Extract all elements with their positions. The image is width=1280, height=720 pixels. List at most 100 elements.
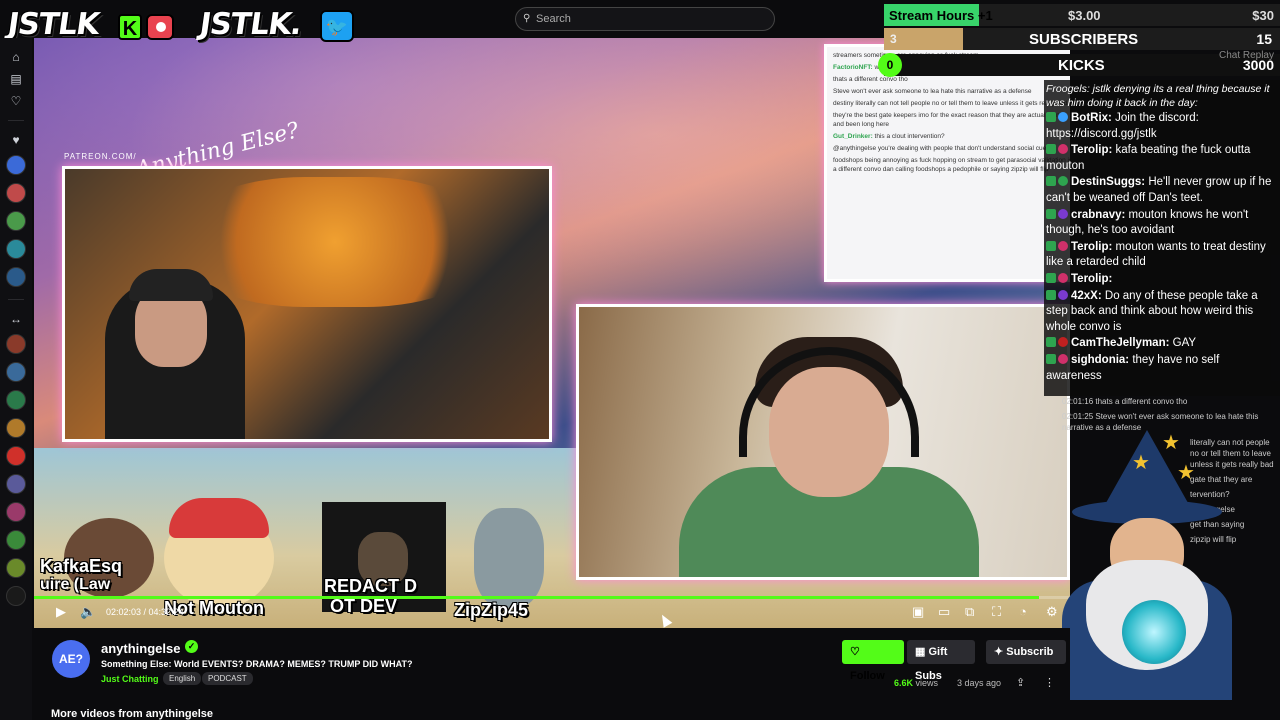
name-redacted-1: REDACT D <box>324 576 417 596</box>
kick-icon: K <box>118 14 142 40</box>
subs-label: SUBSCRIBERS <box>1029 31 1139 48</box>
seek-bar[interactable] <box>34 596 1070 599</box>
chat-username[interactable]: crabnavy: <box>1071 209 1125 221</box>
subs-goal: 15 <box>1256 31 1272 47</box>
twitter-bird-icon: 🐦 <box>320 10 354 42</box>
chat-screenshot-user: FactorioNFT: <box>833 64 873 71</box>
mod-badge-icon <box>1046 240 1056 251</box>
mural <box>185 177 485 307</box>
seek-played <box>34 596 1039 599</box>
sidebar-avatar[interactable] <box>6 155 26 175</box>
kicks-count: 0 <box>878 53 902 77</box>
chat-message: BotRix: Join the discord: https://discor… <box>1046 111 1276 142</box>
play-icon[interactable]: ▶ <box>56 604 66 620</box>
sidebar-avatar[interactable] <box>6 183 26 203</box>
video-player[interactable]: PATREON.COM/ Anything Else? streamers so… <box>34 38 1070 628</box>
sidebar-avatar[interactable] <box>6 558 26 578</box>
following-heart-icon[interactable]: ♥ <box>7 131 25 149</box>
view-count: 6.6K views <box>894 678 938 688</box>
chat-screenshot-line: destiny literally can not tell people no… <box>833 99 1070 108</box>
channel-avatar[interactable]: AE? <box>52 640 90 678</box>
theater-icon[interactable]: ▭ <box>938 604 950 620</box>
channel-name[interactable]: anythingelse <box>101 641 180 656</box>
chat-username[interactable]: DestinSuggs: <box>1071 176 1145 188</box>
chat-username[interactable]: BotRix: <box>1071 112 1112 124</box>
chat-message: crabnavy: mouton knows he won't though, … <box>1046 208 1276 239</box>
stream-hours-label: Stream Hours +1 <box>889 8 993 23</box>
miniplayer-icon[interactable]: ⧉ <box>965 604 974 620</box>
chat-username[interactable]: 42xX: <box>1071 290 1102 302</box>
category-link[interactable]: Just Chatting <box>101 674 159 684</box>
tag-podcast[interactable]: PODCAST <box>202 672 253 685</box>
twitter-logo: JSTLK. <box>197 7 304 42</box>
chat-overlay: Chat Replay Froogels: jstlk denying its … <box>1044 50 1280 396</box>
search-input[interactable]: ⚲ Search <box>515 7 775 31</box>
chat-message: DestinSuggs: He'll never grow up if he c… <box>1046 175 1276 206</box>
volume-icon[interactable]: 🔈 <box>80 604 96 620</box>
mod-badge-icon <box>1046 353 1056 364</box>
recommended-icon[interactable]: ↔ <box>7 310 25 328</box>
star-icon: ✦ <box>994 646 1007 658</box>
sidebar-avatar[interactable] <box>6 530 26 550</box>
views-label: views <box>915 678 939 688</box>
chat-first-line: Froogels: jstlk denying its a real thing… <box>1046 83 1270 109</box>
chat-screenshot-line: foodshops being annoying as fuck hopping… <box>833 156 1070 174</box>
patreon-text: PATREON.COM/ <box>64 152 137 161</box>
name-kafka-2: uire (Law <box>40 576 111 593</box>
stream-info: AE? anythingelse ✓ Something Else: World… <box>34 628 1070 720</box>
chat-username[interactable]: Terolip: <box>1071 273 1112 285</box>
left-sidebar: ⌂ ▤ ♡ ♥ ↔ <box>0 38 32 720</box>
crystal-ball <box>1122 600 1186 664</box>
chat-screenshot-line: thats a different convo tho <box>833 75 1070 84</box>
pip-icon[interactable]: ▣ <box>912 604 924 620</box>
sidebar-avatar[interactable] <box>6 390 26 410</box>
chat-screenshot-text: foodshops being annoying as fuck hopping… <box>833 157 1070 173</box>
user-badge-icon <box>1058 144 1068 155</box>
user-badge-icon <box>1058 208 1068 219</box>
kicks-label: KICKS <box>1058 57 1105 74</box>
heart-icon[interactable]: ♡ <box>7 92 25 110</box>
verified-icon: ✓ <box>185 640 198 653</box>
user-badge-icon <box>1058 112 1068 122</box>
search-placeholder: Search <box>536 13 571 25</box>
user-badge-icon <box>1058 272 1068 283</box>
divider <box>8 299 24 300</box>
speed-icon[interactable]: ◔ <box>1019 604 1027 619</box>
sidebar-avatar[interactable] <box>6 334 26 354</box>
settings-gear-icon[interactable]: ⚙ <box>1046 604 1058 620</box>
chat-username[interactable]: sighdonia: <box>1071 354 1129 366</box>
user-badge-icon <box>1058 337 1068 348</box>
record-icon <box>146 14 174 40</box>
sidebar-avatar[interactable] <box>6 502 26 522</box>
chat-message: Terolip: kafa beating the fuck outta mou… <box>1046 143 1276 174</box>
replay-line: 02:01:16 thats a different convo tho <box>1060 396 1280 407</box>
tag-english[interactable]: English <box>163 672 202 685</box>
sidebar-avatar[interactable] <box>6 586 26 606</box>
chat-message: 42xX: Do any of these people take a step… <box>1046 289 1276 336</box>
sidebar-avatar[interactable] <box>6 418 26 438</box>
sidebar-avatar[interactable] <box>6 446 26 466</box>
sidebar-avatar[interactable] <box>6 267 26 287</box>
search-icon: ⚲ <box>523 13 531 24</box>
sidebar-avatar[interactable] <box>6 239 26 259</box>
more-options-icon[interactable]: ⋮ <box>1044 676 1055 689</box>
fullscreen-icon[interactable]: ⛶ <box>992 604 1001 620</box>
sidebar-avatar[interactable] <box>6 474 26 494</box>
follow-label: Follow <box>850 670 885 682</box>
browse-icon[interactable]: ▤ <box>7 70 25 88</box>
chat-screenshot-text: this a clout intervention? <box>874 133 945 140</box>
follow-button[interactable]: ♡ Follow <box>842 640 904 682</box>
chat-username[interactable]: CamTheJellyman: <box>1071 337 1169 349</box>
chat-username[interactable]: Terolip: <box>1071 144 1112 156</box>
chat-message: sighdonia: they have no self awareness <box>1046 353 1276 384</box>
subscribe-button[interactable]: ✦ Subscrib <box>986 640 1066 664</box>
chat-messages: BotRix: Join the discord: https://discor… <box>1046 111 1276 384</box>
home-icon[interactable]: ⌂ <box>7 48 25 66</box>
share-icon[interactable]: ⇪ <box>1016 676 1025 689</box>
chat-username[interactable]: Terolip: <box>1071 241 1112 253</box>
gift-subs-button[interactable]: ▦ Gift Subs <box>907 640 975 682</box>
sidebar-avatar[interactable] <box>6 211 26 231</box>
chat-text: GAY <box>1172 337 1197 350</box>
host-cap <box>129 269 213 301</box>
sidebar-avatar[interactable] <box>6 362 26 382</box>
